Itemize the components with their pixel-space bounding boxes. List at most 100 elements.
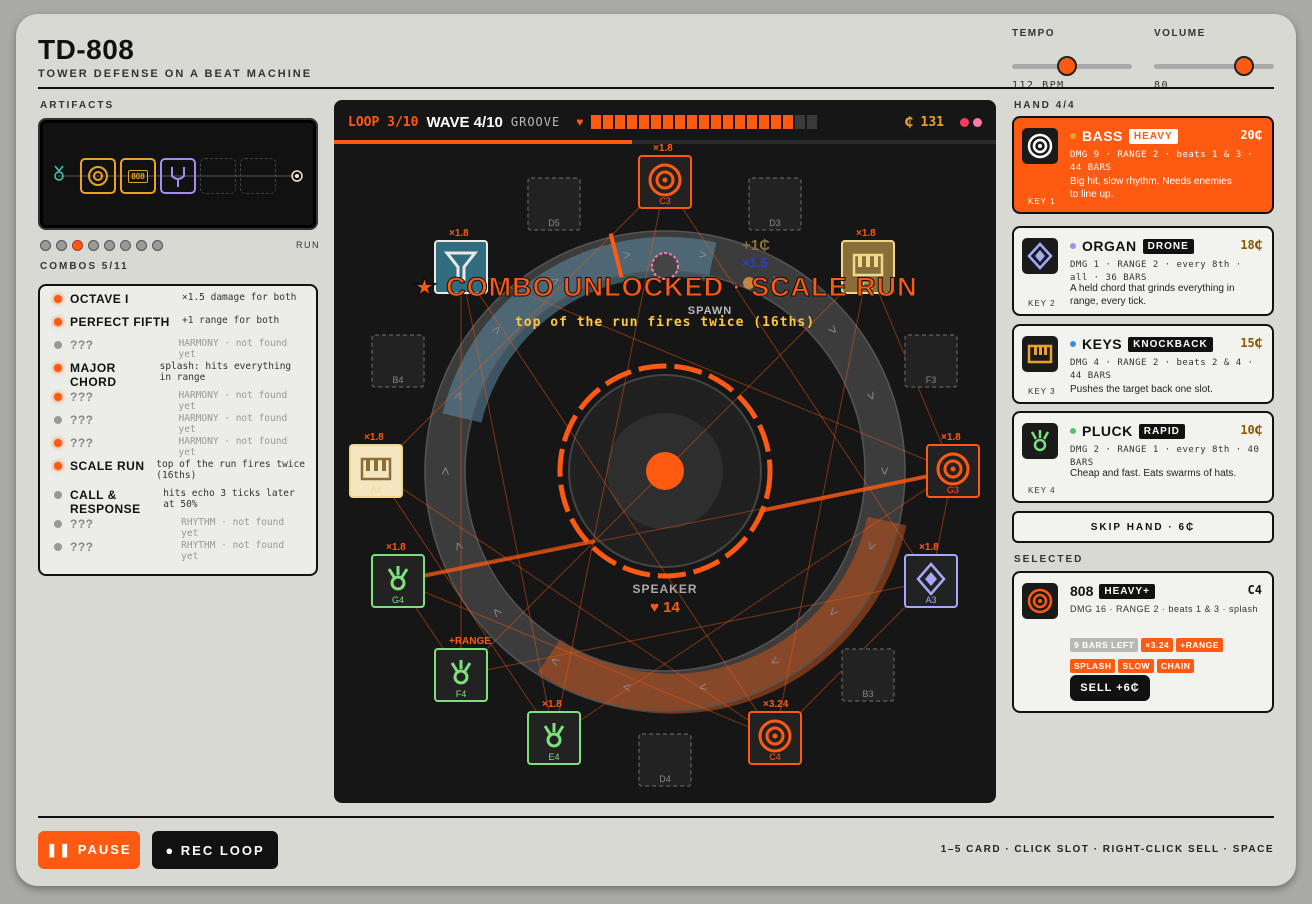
board-canvas[interactable]: >>>>>>>>>>>>>> >>>>SPEAKER♥ 14SPAWN+1₵×1.… (334, 100, 996, 803)
combo-status-dot (54, 520, 62, 528)
combo-name: CALL & RESPONSE (70, 488, 141, 516)
volume-knob[interactable] (1234, 56, 1254, 76)
header-divider (38, 87, 1274, 89)
combo-item: MAJOR CHORD splash: hits everything in r… (50, 361, 306, 390)
tower-multiplier: ×1.8 (364, 432, 384, 443)
run-led (56, 240, 67, 251)
tower-multiplier: ×1.8 (856, 228, 876, 239)
tower-note-label: B4 (392, 375, 403, 385)
card-name: ORGAN (1082, 238, 1137, 254)
tower-note-label: A3 (925, 595, 936, 605)
speaker-icon (1027, 588, 1053, 614)
empty-tower-slot[interactable]: B3 (841, 648, 895, 702)
volume-track (1154, 64, 1274, 69)
empty-tower-slot[interactable]: D4 (638, 733, 692, 787)
artifact-808[interactable]: 808 (120, 158, 156, 194)
card-color-dot (1070, 341, 1076, 347)
selected-stats: DMG 16 · RANGE 2 · beats 1 & 3 · splash (1070, 604, 1259, 614)
pause-button[interactable]: ❚❚ PAUSE (38, 831, 140, 869)
tower-note-label: B3 (862, 689, 873, 699)
combo-name: ??? (70, 517, 94, 531)
run-led (88, 240, 99, 251)
combo-desc: HARMONY · not found yet (178, 338, 288, 360)
empty-tower-slot[interactable]: D5 (527, 177, 581, 231)
pluck-card-icon (1022, 423, 1058, 459)
tower-note-label: G4 (392, 595, 404, 605)
combo-name: ??? (70, 338, 94, 352)
rec-loop-button[interactable]: ● REC LOOP (152, 831, 278, 869)
hand-card-organ[interactable]: ORGAN DRONE 18₵ DMG 1 · RANGE 2 · every 8… (1012, 226, 1274, 316)
modifier-chip: SPLASH (1070, 659, 1116, 673)
tempo-label: TEMPO (1012, 28, 1056, 39)
hand-card-keys[interactable]: KEYS KNOCKBACK 15₵ DMG 4 · RANGE 2 · beat… (1012, 324, 1274, 404)
artifacts-label: ARTIFACTS (40, 100, 115, 111)
card-key: KEY 3 (1028, 387, 1056, 396)
tower-bass[interactable]: ×3.24 C4 (748, 699, 802, 765)
artifact-slot-empty[interactable] (200, 158, 236, 194)
piano-key (874, 255, 878, 267)
tower-note-label: F3 (926, 375, 937, 385)
card-key: KEY 1 (1028, 197, 1056, 206)
empty-tower-slot[interactable]: F3 (904, 334, 958, 388)
skip-hand-button[interactable]: SKIP HAND · 6₵ (1012, 511, 1274, 543)
app-title: TD-808 (38, 34, 135, 65)
tower-pluck[interactable]: +RANGE F4 (434, 636, 491, 702)
combo-desc: +1 range for both (182, 315, 280, 326)
combo-status-dot (54, 393, 62, 401)
run-led (120, 240, 131, 251)
selected-label: SELECTED (1014, 554, 1084, 565)
tempo-slider[interactable]: TEMPO 112 BPM (1012, 28, 1132, 91)
tower-note-label: C3 (659, 196, 671, 206)
tempo-value: 112 BPM (1012, 80, 1065, 91)
sell-button[interactable]: SELL +6₵ (1070, 675, 1150, 701)
card-name-row: BASS HEAVY (1070, 128, 1178, 144)
combos-label: COMBOS 5/11 (40, 261, 129, 272)
tuning-fork-icon (171, 167, 185, 187)
app-subtitle: TOWER DEFENSE ON A BEAT MACHINE (38, 68, 313, 80)
combo-desc: splash: hits everything in range (159, 361, 292, 383)
card-desc: Cheap and fast. Eats swarms of hats. (1070, 468, 1237, 479)
selected-note: C4 (1247, 583, 1262, 597)
combo-desc: HARMONY · not found yet (178, 413, 288, 435)
piano-key (374, 459, 378, 471)
piano-key (366, 459, 370, 471)
tower-multiplier: ×1.8 (386, 542, 406, 553)
card-name-row: ORGAN DRONE (1070, 238, 1194, 254)
bass-card-icon (1022, 128, 1058, 164)
piano-key (858, 255, 862, 267)
combo-desc: ×1.5 damage for both (182, 292, 297, 303)
tower-bass[interactable]: ×1.8 C3 (638, 143, 692, 209)
game-board[interactable]: LOOP 3/10 WAVE 4/10 GROOVE ♥ ₵ 131 > > > > >… (334, 100, 996, 803)
piano-key (866, 255, 870, 267)
selected-name-row: 808 HEAVY+ (1070, 583, 1155, 599)
track-direction-chevron: > (437, 467, 453, 475)
tempo-knob[interactable] (1057, 56, 1077, 76)
artifact-speaker[interactable] (80, 158, 116, 194)
combo-desc: RHYTHM · not found yet (181, 517, 285, 539)
artifact-tuning-fork[interactable] (160, 158, 196, 194)
combo-item: ??? HARMONY · not found yet (50, 413, 306, 436)
piano-key (382, 459, 386, 471)
modifier-chip: SLOW (1118, 659, 1154, 673)
artifact-slot-empty[interactable] (240, 158, 276, 194)
floating-coin: +1₵ (742, 237, 770, 254)
combo-name: PERFECT FIFTH (70, 315, 170, 329)
card-color-dot (1070, 133, 1076, 139)
empty-tower-slot[interactable]: B4 (371, 334, 425, 388)
tower-bass[interactable]: ×1.8 G3 (926, 432, 980, 498)
tower-note-label: A4 (370, 485, 381, 495)
card-icon-svg (1027, 344, 1053, 364)
hand-card-pluck[interactable]: PLUCK RAPID 10₵ DMG 2 · RANGE 1 · every 8… (1012, 411, 1274, 503)
run-label: RUN (296, 240, 320, 250)
combo-unlocked-banner: ★ COMBO UNLOCKED · SCALE RUN (412, 272, 917, 302)
hand-card-bass[interactable]: BASS HEAVY 20₵ DMG 9 · RANGE 2 · beats 1 … (1012, 116, 1274, 214)
combo-status-dot (54, 295, 62, 303)
volume-slider[interactable]: VOLUME 80 (1154, 28, 1274, 91)
combo-item: OCTAVE I ×1.5 damage for both (50, 292, 306, 315)
tower-note-label: F4 (456, 689, 467, 699)
run-led (104, 240, 115, 251)
controls-hint: 1–5 CARD · CLICK SLOT · RIGHT-CLICK SELL… (940, 844, 1274, 855)
card-desc: A held chord that grinds everything in r… (1070, 283, 1235, 307)
card-key: KEY 2 (1028, 299, 1056, 308)
empty-tower-slot[interactable]: D3 (748, 177, 802, 231)
